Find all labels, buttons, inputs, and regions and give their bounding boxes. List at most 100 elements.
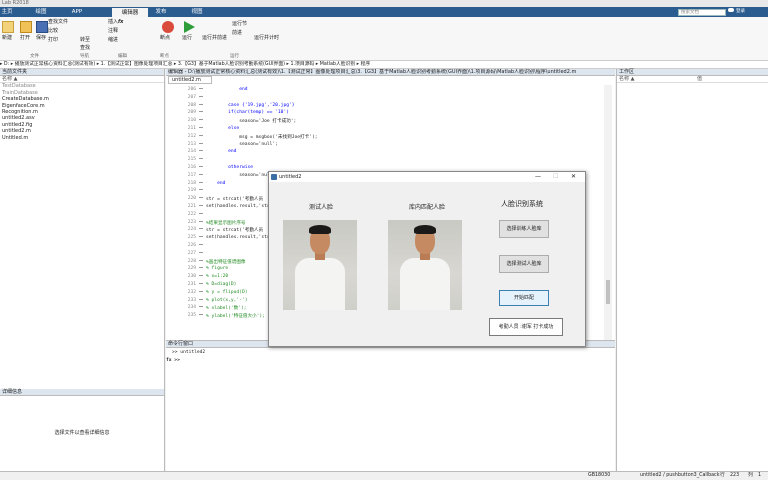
new-icon[interactable]	[2, 21, 14, 33]
line-dash	[199, 166, 203, 167]
code-line[interactable]: % figure	[206, 266, 228, 271]
code-line[interactable]: season='null';	[206, 142, 278, 147]
test-face-image	[283, 220, 357, 310]
line-dash	[199, 119, 203, 121]
current-folder-header: 当前文件夹	[0, 69, 164, 76]
line-dash	[199, 212, 203, 214]
workspace-value-column[interactable]: 值	[697, 76, 702, 82]
tab-plots[interactable]: 绘图	[30, 7, 52, 17]
select-test-db-button[interactable]: 选择测试人脸库	[499, 255, 549, 273]
tab-home[interactable]: 主页	[0, 7, 14, 17]
save-button[interactable]: 保存	[36, 35, 46, 41]
new-button[interactable]: 新建	[2, 35, 12, 41]
line-dash	[199, 290, 203, 292]
line-number: 211	[187, 126, 196, 131]
code-line[interactable]: end	[206, 149, 236, 154]
file-item[interactable]: Untitled.m	[0, 135, 164, 141]
code-line[interactable]: % ylabel('特征值大小');	[206, 313, 265, 319]
maximize-icon[interactable]: ☐	[553, 172, 558, 182]
code-line[interactable]: if(char(temp) == '10')	[206, 110, 289, 115]
code-line[interactable]: str = strcat('考勤人员 ',	[206, 196, 274, 202]
code-line[interactable]: % plot(x,y,'-')	[206, 298, 248, 303]
command-prompt[interactable]: fx >>	[166, 358, 180, 363]
line-number: 222	[187, 211, 196, 217]
line-dash	[199, 173, 203, 175]
close-icon[interactable]: ✕	[571, 172, 576, 182]
open-folder-icon[interactable]	[20, 21, 32, 33]
indent-button[interactable]: 缩进	[108, 37, 118, 43]
matlab-figure-icon	[271, 174, 277, 180]
line-number: 206	[187, 87, 196, 92]
file-group-label: 文件	[30, 54, 39, 59]
editor-scrollbar[interactable]	[604, 85, 612, 340]
breakpoint-icon[interactable]	[162, 21, 174, 33]
code-line[interactable]: str = strcat('考勤人员 ',	[206, 227, 274, 233]
comment-button[interactable]: 注释	[108, 28, 118, 34]
print-button[interactable]: 打印	[48, 37, 58, 43]
minimize-icon[interactable]: —	[535, 172, 541, 182]
code-line[interactable]: case {'19.jpg','20.jpg'}	[206, 103, 294, 108]
select-train-db-button[interactable]: 选择训练人脸库	[499, 220, 549, 238]
breakpoints-button[interactable]: 断点	[160, 35, 170, 41]
tab-publish[interactable]: 发布	[150, 7, 172, 17]
status-bar: GB18030 untitled2 / pushbutton3_Callback…	[0, 471, 768, 480]
code-line[interactable]: end	[206, 181, 225, 186]
command-window[interactable]: 命令行窗口 >> untitled2 fx >>	[166, 340, 615, 471]
find-files-button[interactable]: 查找文件	[48, 19, 68, 25]
tab-editor[interactable]: 编辑器	[112, 7, 148, 17]
login-link[interactable]: 登录	[728, 8, 764, 16]
current-folder-breadcrumb[interactable]: ▸ D: ▸ 播放测试正常核心资料汇总(测试有效) ▸ 1.【测试正常】图像处理…	[0, 61, 768, 69]
insert-button[interactable]: 插入	[108, 19, 118, 25]
run-button[interactable]: 运行	[182, 35, 192, 41]
figure-window: untitled2 — ☐ ✕ 测试人脸 库内匹配人脸 人脸识别系统 选择训练人…	[268, 171, 586, 347]
find-button[interactable]: 查找	[80, 45, 90, 51]
editor-file-tab[interactable]: untitled2.m	[168, 76, 212, 84]
details-header: 详细信息	[0, 389, 164, 396]
run-timing-button[interactable]: 运行并计时	[254, 35, 279, 41]
code-line[interactable]: end	[206, 87, 247, 92]
matched-face-image	[388, 220, 462, 310]
tab-view[interactable]: 视图	[186, 7, 208, 17]
line-dash	[199, 142, 203, 144]
code-line[interactable]: %结果显示图片序号	[206, 220, 246, 226]
run-group-label: 运行	[230, 54, 239, 59]
line-dash	[199, 158, 203, 160]
window-title-bar: Lab R2018	[0, 0, 768, 7]
row-value: 223	[730, 473, 740, 478]
line-number: 235	[187, 313, 196, 319]
workspace-name-column[interactable]: 名称 ▲	[619, 76, 634, 82]
tab-apps[interactable]: APP	[66, 7, 88, 17]
name-column-header[interactable]: 名称 ▲	[0, 76, 164, 84]
goto-button[interactable]: 转至	[80, 37, 90, 43]
code-line[interactable]: % xlabel('数');	[206, 305, 247, 311]
save-icon[interactable]	[36, 21, 48, 33]
code-line[interactable]: % x=1:20	[206, 274, 228, 279]
advance-button[interactable]: 前进	[232, 30, 242, 36]
line-number: 216	[187, 165, 196, 170]
code-line[interactable]: % y = flipud(D)	[206, 290, 248, 295]
compare-button[interactable]: 比较	[48, 28, 58, 34]
line-dash	[199, 283, 203, 284]
run-section-button[interactable]: 运行节	[232, 21, 247, 27]
search-docs-input[interactable]: 搜索文档	[678, 9, 726, 16]
line-number: 220	[187, 196, 196, 202]
code-line[interactable]: msg = msgbox('未找到Joe打卡');	[206, 134, 317, 140]
code-line[interactable]: else	[206, 126, 239, 131]
run-advance-button[interactable]: 运行并前进	[202, 35, 227, 41]
line-number: 208	[187, 102, 196, 108]
line-number: 218	[187, 180, 196, 186]
code-line[interactable]: otherwise	[206, 165, 253, 170]
system-title-label: 人脸识别系统	[501, 200, 543, 208]
line-number: 209	[187, 110, 196, 116]
open-button[interactable]: 打开	[20, 35, 30, 41]
run-icon[interactable]	[184, 21, 195, 33]
line-dash	[199, 259, 203, 261]
fx-button[interactable]: fx	[118, 19, 123, 25]
code-line[interactable]: % D=diag(D)	[206, 282, 236, 287]
start-match-button[interactable]: 开始匹配	[499, 290, 549, 306]
code-line[interactable]: season='Joe 打卡成功';	[206, 118, 296, 124]
code-line[interactable]: %画出特征值谱图像	[206, 259, 246, 265]
line-dash	[199, 205, 203, 206]
line-number: 212	[187, 133, 196, 139]
line-dash	[199, 88, 203, 89]
